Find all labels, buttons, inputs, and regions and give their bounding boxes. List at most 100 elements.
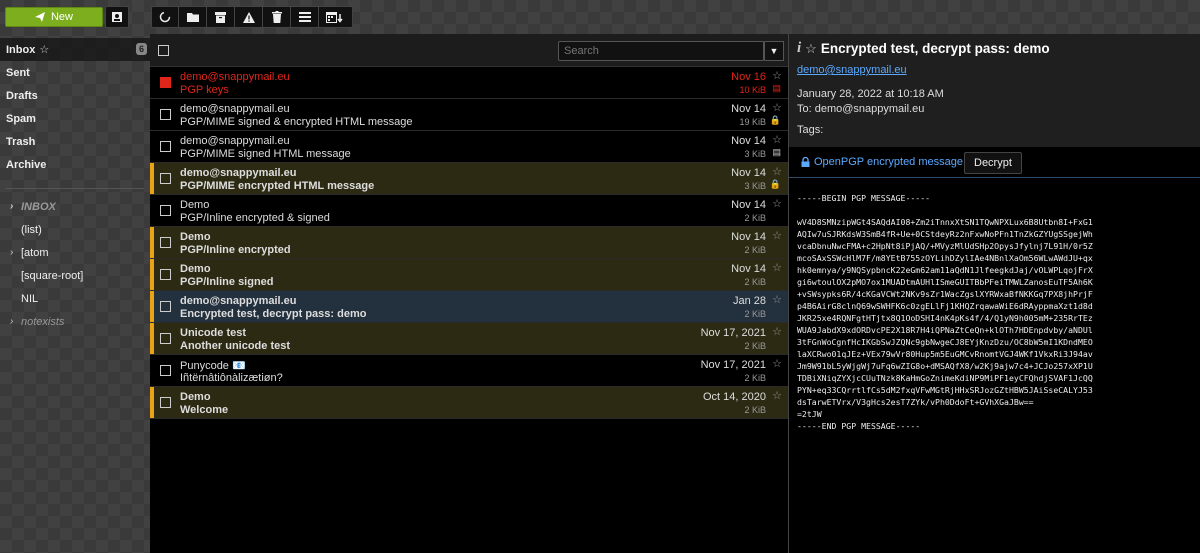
message-row[interactable]: demo@snappymail.eu PGP/MIME encrypted HT… [150,163,788,195]
unread-count-badge: 6 [135,43,147,55]
caret-down-icon: ▼ [769,46,779,56]
folder-label: Sent [6,66,30,79]
star-icon[interactable]: ☆ [772,197,782,210]
message-recipient: To: demo@snappymail.eu [797,103,925,115]
info-icon[interactable]: i [797,40,801,57]
message-size: 3 KiB [744,181,766,191]
delete-button[interactable] [263,6,291,28]
message-subject: PGP/Inline signed [180,276,274,288]
message-checkbox[interactable] [160,173,171,184]
signed-icon: ▤ [772,83,781,93]
decrypt-button[interactable]: Decrypt [964,152,1022,174]
subfolder-label: INBOX [21,200,56,213]
refresh-spinner-icon [159,11,171,23]
message-row[interactable]: Unicode test Another unicode test Nov 17… [150,323,788,355]
folder-trash[interactable]: Trash [0,130,150,153]
message-row[interactable]: demo@snappymail.eu PGP/MIME signed HTML … [150,131,788,163]
subfolder-inbox[interactable]: › INBOX [0,195,150,218]
message-date: Oct 14, 2020 [703,391,766,403]
subfolder-nil[interactable]: NIL [0,287,150,310]
folder-drafts[interactable]: Drafts [0,84,150,107]
message-checkbox[interactable] [160,237,171,248]
subfolder-atom[interactable]: › [atom [0,241,150,264]
message-size: 3 KiB [744,149,766,159]
message-row[interactable]: Punycode 📧 Iñtërnâtiônàlizætiøn? Nov 17,… [150,355,788,387]
star-icon[interactable]: ☆ [772,69,782,82]
message-subject: Encrypted test, decrypt pass: demo [180,308,367,320]
message-checkbox[interactable] [160,109,171,120]
chevron-right-icon[interactable]: › [10,247,21,258]
message-sender: Punycode 📧 [180,360,246,372]
star-icon[interactable]: ☆ [772,229,782,242]
star-icon[interactable]: ☆ [772,101,782,114]
unread-indicator [150,99,154,130]
star-icon[interactable]: ☆ [772,389,782,402]
message-checkbox[interactable] [160,269,171,280]
top-toolbar: New [0,0,1200,34]
message-checkbox[interactable] [160,397,171,408]
message-checkbox[interactable] [160,333,171,344]
message-checkbox[interactable] [160,365,171,376]
subfolder-list[interactable]: (list) [0,218,150,241]
folder-inbox[interactable]: Inbox ☆ 6 [0,38,150,61]
message-size: 2 KiB [744,213,766,223]
chevron-right-icon[interactable]: › [10,316,21,327]
message-sender: Demo [180,391,211,403]
folder-sent[interactable]: Sent [0,61,150,84]
message-datetime: January 28, 2022 at 10:18 AM [797,88,944,100]
message-row[interactable]: Demo PGP/Inline signed Nov 14 2 KiB ☆ [150,259,788,291]
move-to-folder-button[interactable] [179,6,207,28]
message-row[interactable]: demo@snappymail.eu PGP/MIME signed & enc… [150,99,788,131]
message-sender: demo@snappymail.eu [180,295,297,307]
message-row[interactable]: Demo Welcome Oct 14, 2020 2 KiB ☆ [150,387,788,419]
star-icon[interactable]: ☆ [772,261,782,274]
spam-button[interactable] [235,6,263,28]
sender-link[interactable]: demo@snappymail.eu [797,64,1192,76]
message-checkbox[interactable] [160,141,171,152]
message-row[interactable]: demo@snappymail.eu PGP keys Nov 16 10 Ki… [150,67,788,99]
archive-button[interactable] [207,6,235,28]
star-icon[interactable]: ☆ [772,357,782,370]
folder-archive[interactable]: Archive [0,153,150,176]
star-icon[interactable]: ☆ [772,165,782,178]
chevron-right-icon[interactable]: › [10,201,21,212]
message-checkbox[interactable] [160,205,171,216]
sidebar-divider [6,188,144,189]
pgp-message-body: -----BEGIN PGP MESSAGE----- wV4D8SMNzipW… [797,193,1093,431]
message-sender: Demo [180,263,211,275]
unread-indicator [150,67,154,98]
message-header: i ☆ Encrypted test, decrypt pass: demo d… [789,34,1200,147]
message-date: Jan 28 [732,295,766,307]
subfolder-label: [square-root] [21,269,84,282]
new-message-button[interactable]: New [5,7,103,27]
message-size: 2 KiB [744,405,766,415]
subfolder-notexists[interactable]: › notexists [0,310,150,333]
message-date: Nov 14 [731,135,766,147]
unread-indicator [150,355,154,386]
star-icon[interactable]: ☆ [772,325,782,338]
star-icon[interactable]: ☆ [772,133,782,146]
subfolder-square-root[interactable]: [square-root] [0,264,150,287]
message-checkbox[interactable] [160,301,171,312]
message-row-selected[interactable]: demo@snappymail.eu Encrypted test, decry… [150,291,788,323]
sort-by-date-button[interactable] [319,6,353,28]
select-all-checkbox[interactable] [158,45,169,56]
message-size: 2 KiB [744,341,766,351]
star-icon[interactable]: ☆ [772,293,782,306]
message-sender: demo@snappymail.eu [180,135,290,147]
search-input[interactable] [558,41,764,61]
refresh-button[interactable] [151,6,179,28]
message-row[interactable]: Demo PGP/Inline encrypted Nov 14 2 KiB ☆ [150,227,788,259]
more-menu-button[interactable] [291,6,319,28]
star-icon[interactable]: ☆ [39,43,49,56]
folder-spam[interactable]: Spam [0,107,150,130]
message-checkbox[interactable] [160,77,171,88]
message-subject: Iñtërnâtiônàlizætiøn? [180,372,283,384]
search-options-dropdown[interactable]: ▼ [764,41,784,61]
contacts-button[interactable] [105,6,129,28]
message-date: Nov 17, 2021 [700,327,766,339]
message-row[interactable]: Demo PGP/Inline encrypted & signed Nov 1… [150,195,788,227]
star-icon[interactable]: ☆ [805,41,817,57]
new-message-label: New [50,11,73,23]
trash-icon [271,11,282,23]
